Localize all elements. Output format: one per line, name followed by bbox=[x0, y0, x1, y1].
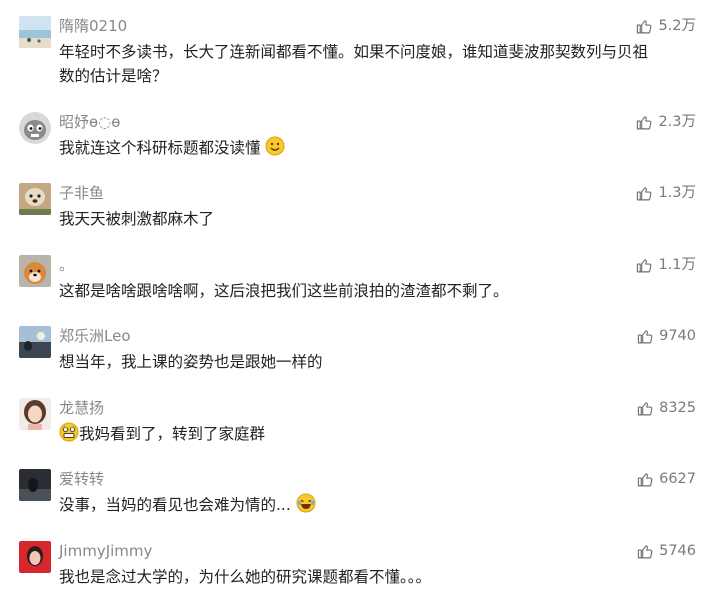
like-count: 8325 bbox=[659, 400, 696, 416]
comment-list: 隋隋0210 年轻时不多读书，长大了连新闻都看不懂。如果不问度娘，谁知道斐波那契… bbox=[0, 0, 722, 591]
avatar-image bbox=[19, 326, 51, 358]
like-button[interactable]: 5746 bbox=[637, 541, 696, 561]
like-button[interactable]: 9740 bbox=[637, 326, 696, 346]
comment-text: 没事，当妈的看见也会难为情的... bbox=[59, 496, 291, 514]
thumbs-up-icon bbox=[637, 258, 652, 272]
laugh-emoji bbox=[296, 493, 316, 520]
thumbs-up-icon bbox=[637, 329, 653, 343]
username[interactable]: 龙慧扬 bbox=[59, 398, 104, 418]
comment-body: 我就连这个科研标题都没读懂 bbox=[59, 136, 619, 163]
like-count: 2.3万 bbox=[658, 114, 696, 130]
comment-text: 年轻时不多读书，长大了连新闻都看不懂。如果不问度娘，谁知道斐波那契数列与贝祖数的… bbox=[59, 43, 649, 85]
comment-text: 我就连这个科研标题都没读懂 bbox=[59, 139, 261, 157]
user-avatar[interactable] bbox=[19, 255, 51, 287]
smile-emoji bbox=[265, 136, 285, 163]
comment-text: 我也是念过大学的，为什么她的研究课题都看不懂。。。 bbox=[59, 568, 432, 586]
like-button[interactable]: 8325 bbox=[637, 398, 696, 418]
like-count: 1.1万 bbox=[658, 257, 696, 273]
like-button[interactable]: 6627 bbox=[637, 469, 696, 489]
avatar-image bbox=[19, 469, 51, 501]
user-avatar[interactable] bbox=[19, 183, 51, 215]
like-count: 9740 bbox=[659, 328, 696, 344]
username[interactable]: 郑乐洲Leo bbox=[59, 326, 131, 346]
avatar-image bbox=[19, 398, 51, 430]
user-avatar[interactable] bbox=[19, 326, 51, 358]
like-button[interactable]: 2.3万 bbox=[636, 112, 696, 132]
thumbs-up-icon bbox=[637, 115, 652, 129]
comment-text: 我妈看到了，转到了家庭群 bbox=[79, 425, 266, 443]
username[interactable]: 昭妤ɵ◌ɵ bbox=[59, 112, 120, 132]
thumbs-up-icon bbox=[637, 186, 652, 200]
user-avatar[interactable] bbox=[19, 541, 51, 573]
comment-text: 想当年，我上课的姿势也是跟她一样的 bbox=[59, 353, 323, 371]
like-count: 6627 bbox=[659, 471, 696, 487]
avatar-image bbox=[19, 255, 51, 287]
comment-text: 我天天被刺激都麻木了 bbox=[59, 210, 215, 228]
avatar-image bbox=[19, 183, 51, 215]
avatar-image bbox=[19, 112, 51, 144]
like-button[interactable]: 1.3万 bbox=[636, 183, 696, 203]
thumbs-up-icon bbox=[637, 472, 653, 486]
avatar-image bbox=[19, 16, 51, 48]
username[interactable]: 爱转转 bbox=[59, 469, 104, 489]
thumbs-up-icon bbox=[637, 544, 653, 558]
comment-body: 我妈看到了，转到了家庭群 bbox=[59, 422, 619, 449]
user-avatar[interactable] bbox=[19, 112, 51, 144]
like-count: 5746 bbox=[659, 543, 696, 559]
user-avatar[interactable] bbox=[19, 398, 51, 430]
like-count: 5.2万 bbox=[658, 18, 696, 34]
like-button[interactable]: 1.1万 bbox=[636, 255, 696, 275]
user-avatar[interactable] bbox=[19, 469, 51, 501]
grimace-emoji bbox=[59, 422, 79, 449]
thumbs-up-icon bbox=[637, 19, 652, 33]
username[interactable]: JimmyJimmy bbox=[59, 541, 152, 561]
username[interactable]: 。 bbox=[59, 255, 74, 275]
username[interactable]: 子非鱼 bbox=[59, 183, 104, 203]
thumbs-up-icon bbox=[637, 401, 653, 415]
user-avatar[interactable] bbox=[19, 16, 51, 48]
username[interactable]: 隋隋0210 bbox=[59, 16, 127, 36]
comment-text: 这都是啥啥跟啥啥啊，这后浪把我们这些前浪拍的渣渣都不剩了。 bbox=[59, 282, 509, 300]
avatar-image bbox=[19, 541, 51, 573]
comment-body: 没事，当妈的看见也会难为情的... bbox=[59, 493, 619, 520]
like-button[interactable]: 5.2万 bbox=[636, 16, 696, 36]
like-count: 1.3万 bbox=[658, 185, 696, 201]
